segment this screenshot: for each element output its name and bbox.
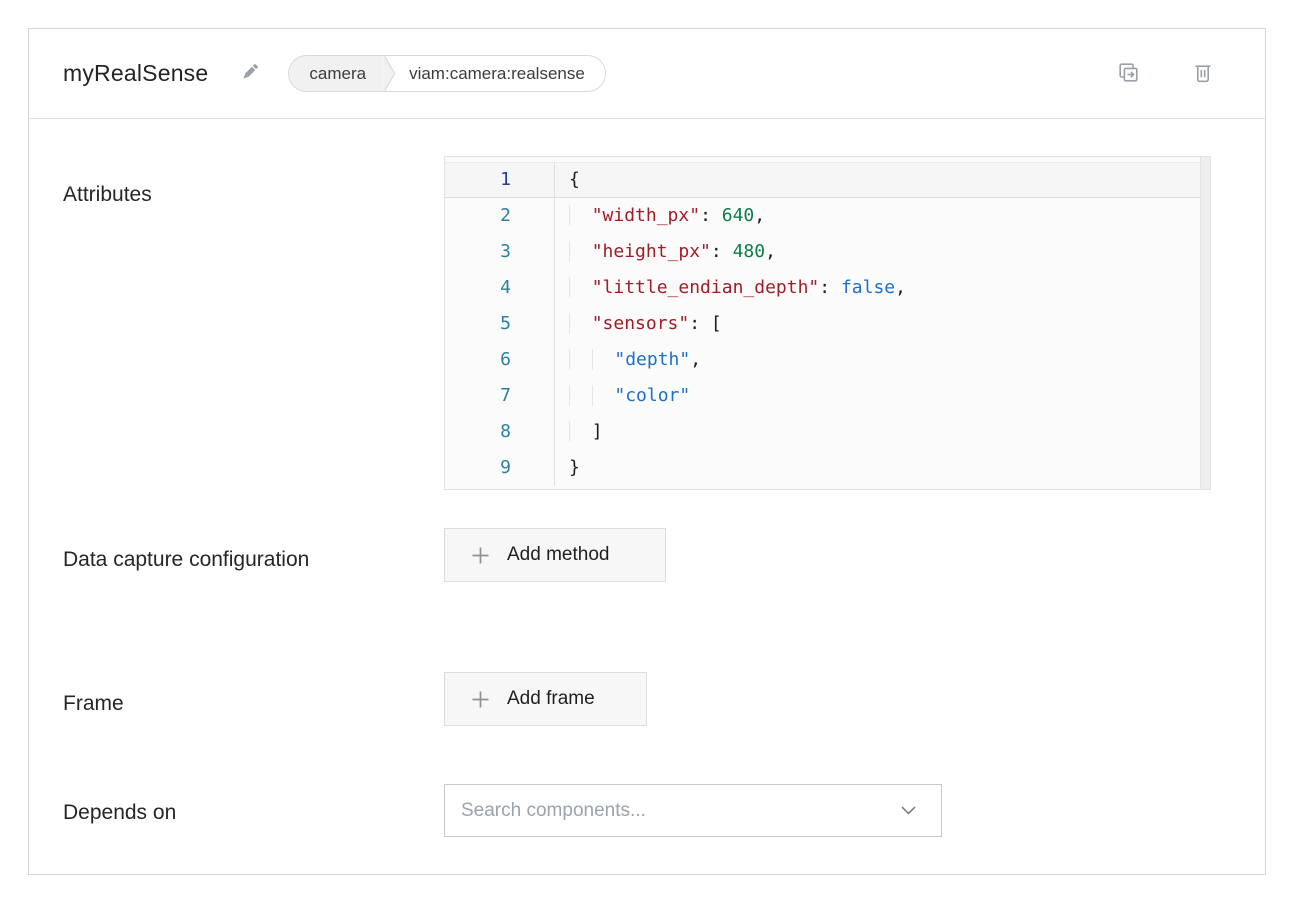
add-frame-label: Add frame: [507, 688, 595, 710]
line-number: 1: [445, 162, 555, 198]
frame-label: Frame: [63, 687, 313, 720]
line-number: 8: [445, 414, 555, 450]
chevron-down-icon[interactable]: [901, 802, 916, 820]
code-line-content: "width_px": 640,: [555, 198, 1210, 234]
code-line[interactable]: 3 "height_px": 480,: [445, 234, 1210, 270]
code-line-content: }: [555, 450, 1210, 486]
add-frame-button[interactable]: Add frame: [444, 672, 647, 726]
depends-on-select[interactable]: [444, 784, 942, 837]
line-number: 4: [445, 270, 555, 306]
add-method-button[interactable]: Add method: [444, 528, 666, 582]
code-line-content: "depth",: [555, 342, 1210, 378]
badge-chevron-icon: [382, 56, 397, 91]
trash-icon: [1191, 60, 1215, 88]
add-method-label: Add method: [507, 544, 609, 566]
code-line[interactable]: 7 "color": [445, 378, 1210, 414]
component-type-badge: camera viam:camera:realsense: [288, 55, 605, 92]
delete-button[interactable]: [1191, 60, 1215, 88]
attributes-code-editor[interactable]: 1{2 "width_px": 640,3 "height_px": 480,4…: [444, 156, 1211, 490]
badge-model-segment: viam:camera:realsense: [397, 56, 605, 91]
code-line[interactable]: 9}: [445, 450, 1210, 486]
data-capture-label: Data capture configuration: [63, 543, 313, 576]
code-line-content: "little_endian_depth": false,: [555, 270, 1210, 306]
code-line[interactable]: 1{: [445, 162, 1210, 198]
code-line[interactable]: 5 "sensors": [: [445, 306, 1210, 342]
line-number: 3: [445, 234, 555, 270]
code-line-content: "color": [555, 378, 1210, 414]
code-line-content: "sensors": [: [555, 306, 1210, 342]
plus-icon: [471, 690, 490, 709]
code-line[interactable]: 8 ]: [445, 414, 1210, 450]
editor-scrollbar[interactable]: [1200, 157, 1210, 489]
code-line[interactable]: 2 "width_px": 640,: [445, 198, 1210, 234]
plus-icon: [471, 546, 490, 565]
pencil-icon: [238, 60, 262, 87]
code-line-content: "height_px": 480,: [555, 234, 1210, 270]
component-config-card: myRealSense camera viam:camera:realsense: [28, 28, 1266, 875]
code-line-content: ]: [555, 414, 1210, 450]
badge-type-segment: camera: [289, 56, 382, 91]
duplicate-button[interactable]: [1116, 60, 1141, 88]
duplicate-icon: [1116, 60, 1141, 88]
attributes-label: Attributes: [63, 178, 313, 211]
code-line[interactable]: 4 "little_endian_depth": false,: [445, 270, 1210, 306]
component-name: myRealSense: [63, 60, 208, 87]
line-number: 5: [445, 306, 555, 342]
code-lines: 1{2 "width_px": 640,3 "height_px": 480,4…: [445, 157, 1210, 486]
card-header: myRealSense camera viam:camera:realsense: [29, 29, 1265, 119]
code-line-content: {: [555, 162, 1210, 198]
line-number: 6: [445, 342, 555, 378]
line-number: 9: [445, 450, 555, 486]
depends-on-search-input[interactable]: [444, 784, 942, 837]
line-number: 7: [445, 378, 555, 414]
edit-name-button[interactable]: [238, 60, 262, 87]
code-line[interactable]: 6 "depth",: [445, 342, 1210, 378]
line-number: 2: [445, 198, 555, 234]
depends-on-label: Depends on: [63, 796, 313, 829]
